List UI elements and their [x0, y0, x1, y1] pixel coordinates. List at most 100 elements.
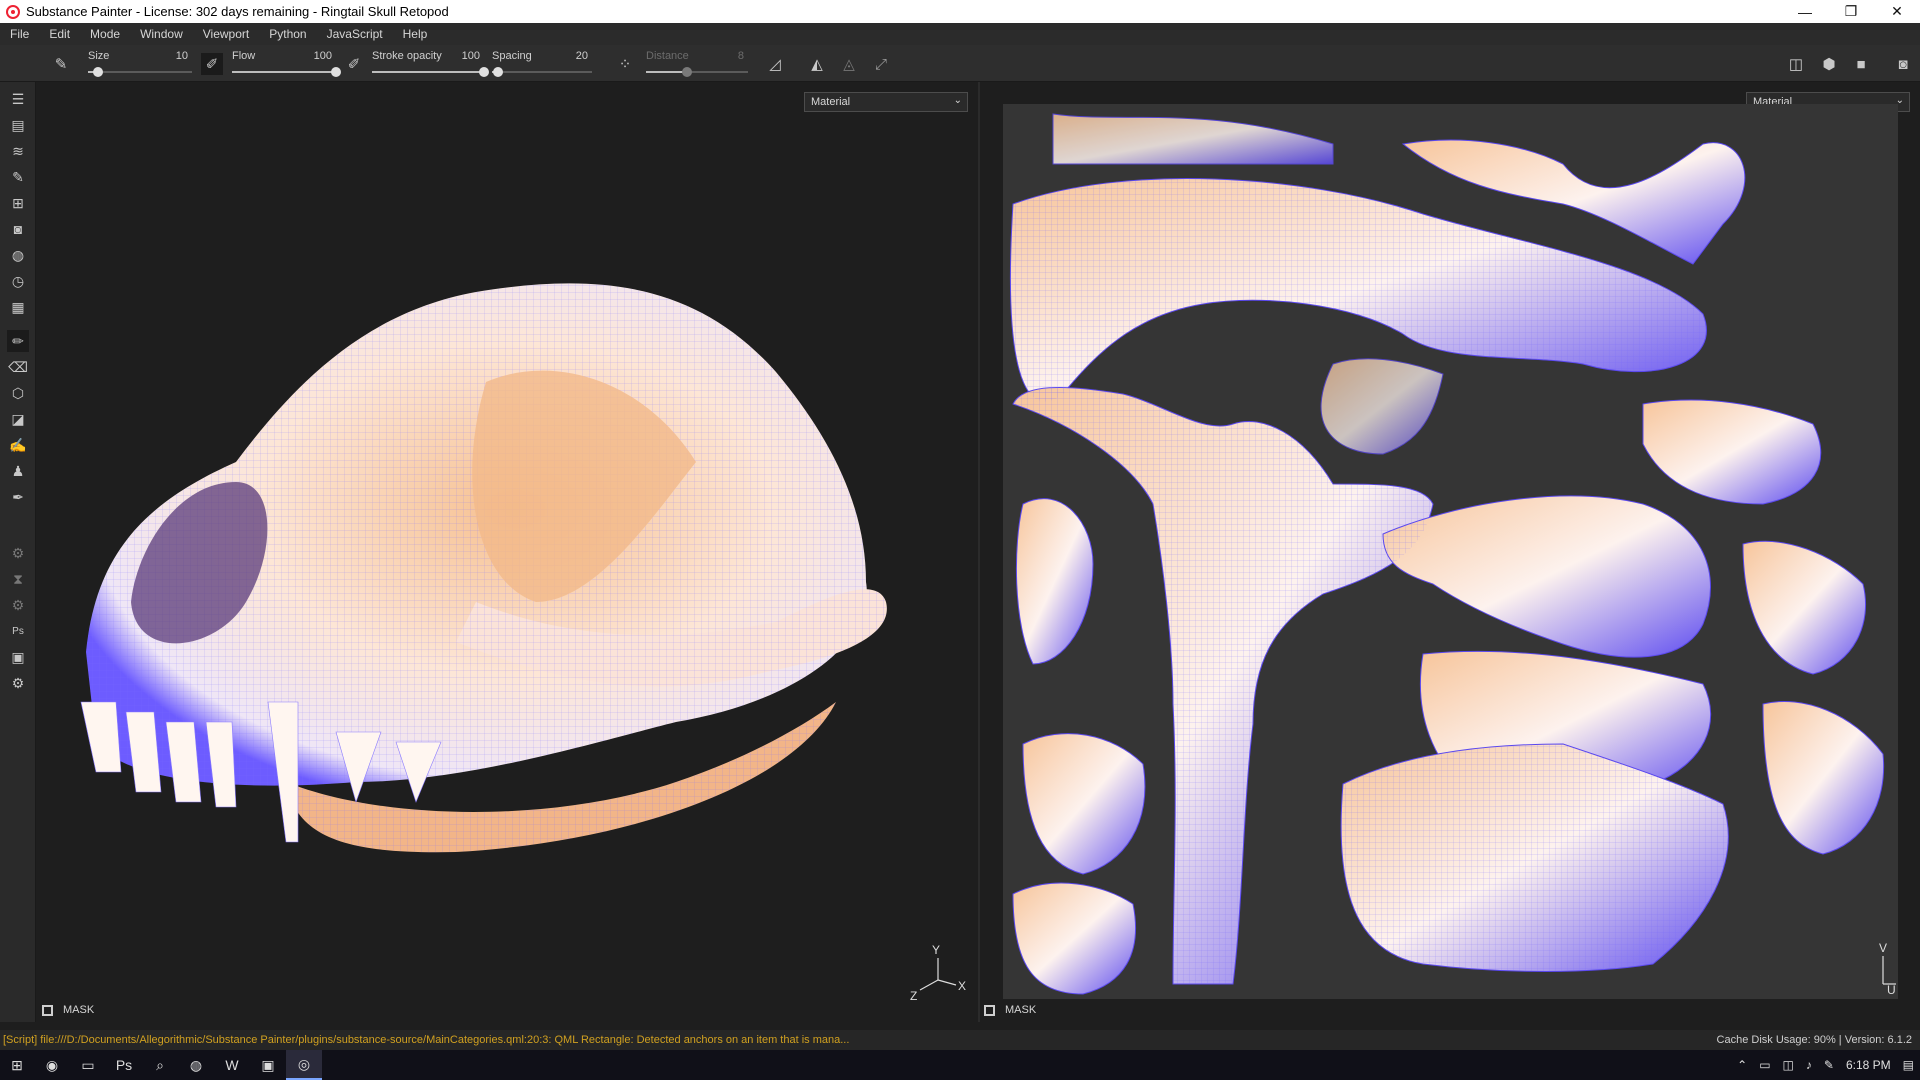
flow-slider-handle[interactable] — [331, 67, 341, 77]
symmetry-mirror-icon[interactable]: ◬ — [838, 53, 860, 75]
notification-icon[interactable]: ▤ — [1897, 1058, 1920, 1072]
plugin-hourglass-icon[interactable]: ⧗ — [7, 568, 29, 590]
chrome-icon[interactable]: ◉ — [34, 1050, 70, 1080]
menu-javascript[interactable]: JavaScript — [317, 23, 393, 45]
uv-layout-canvas[interactable]: V U — [1003, 104, 1898, 999]
window-title: Substance Painter - License: 302 days re… — [26, 4, 449, 19]
cube-view-icon[interactable]: ⬢ — [1818, 53, 1840, 75]
flow-label: Flow — [232, 50, 256, 62]
photoshop-icon[interactable]: Ps — [106, 1050, 142, 1080]
pressure-size-icon[interactable]: ✐ — [201, 53, 223, 75]
taskbar-clock[interactable]: 6:18 PM — [1840, 1058, 1897, 1072]
menu-help[interactable]: Help — [393, 23, 438, 45]
file-explorer-icon[interactable]: ▭ — [70, 1050, 106, 1080]
mask-checkbox-icon[interactable] — [42, 1004, 53, 1016]
history-icon[interactable]: ◷ — [7, 270, 29, 292]
app-window-icon[interactable]: ▣ — [250, 1050, 286, 1080]
plugin-export-icon[interactable]: ▣ — [7, 646, 29, 668]
stroke-opacity-slider-handle[interactable] — [479, 67, 489, 77]
menu-viewport[interactable]: Viewport — [193, 23, 259, 45]
tray-volume-icon[interactable]: ♪ — [1800, 1058, 1818, 1072]
distance-value[interactable]: 8 — [738, 50, 744, 62]
stroke-distance-icon[interactable]: ⁘ — [614, 53, 636, 75]
layers-icon[interactable]: ≋ — [7, 140, 29, 162]
stroke-opacity-value[interactable]: 100 — [462, 50, 480, 62]
environment-globe-icon[interactable]: ◍ — [7, 244, 29, 266]
uv-axis-gizmo: V U — [1879, 941, 1896, 997]
eraser-tool-icon[interactable]: ⌫ — [7, 356, 29, 378]
size-slider-handle[interactable] — [93, 67, 104, 77]
distance-slider[interactable]: Distance 8 — [646, 49, 748, 79]
mask-checkbox-icon[interactable] — [984, 1004, 995, 1016]
pressure-flow-icon[interactable]: ✐ — [343, 53, 365, 75]
paint-brush-tool-icon[interactable]: ✏ — [7, 330, 29, 352]
plugin-gear-icon[interactable]: ⚙ — [7, 542, 29, 564]
axis-x-label: X — [958, 979, 966, 993]
mask-label: MASK — [1005, 1004, 1037, 1016]
flow-value[interactable]: 100 — [314, 50, 332, 62]
color-picker-tool-icon[interactable]: ✒ — [7, 486, 29, 508]
menu-python[interactable]: Python — [259, 23, 316, 45]
spacing-slider-handle[interactable] — [493, 67, 503, 77]
stroke-opacity-slider[interactable]: Stroke opacity 100 — [372, 49, 489, 79]
spacing-value[interactable]: 20 — [576, 50, 588, 62]
title-bar: Substance Painter - License: 302 days re… — [0, 0, 1920, 23]
stroke-opacity-label: Stroke opacity — [372, 50, 442, 62]
photoshop-export-icon[interactable]: Ps — [7, 620, 29, 642]
alignment-icon[interactable]: ◿ — [764, 53, 786, 75]
display-settings-icon[interactable]: ◙ — [7, 218, 29, 240]
menu-mode[interactable]: Mode — [80, 23, 130, 45]
screenshot-camera-icon[interactable]: ◙ — [1892, 53, 1914, 75]
windows-start-icon[interactable]: ⊞ — [0, 1050, 34, 1080]
minimize-button[interactable]: — — [1782, 0, 1828, 23]
size-slider[interactable]: Size 10 — [88, 49, 192, 79]
viewport-2d-mask-toggle[interactable]: MASK — [984, 1004, 1036, 1016]
distance-label: Distance — [646, 50, 689, 62]
script-log-message[interactable]: [Script] file:///D:/Documents/Allegorith… — [0, 1034, 1717, 1046]
lazy-mouse-icon[interactable]: ✎ — [50, 53, 72, 75]
size-value[interactable]: 10 — [176, 50, 188, 62]
symmetry-transform-icon[interactable]: ⤢ — [870, 53, 892, 75]
axis-u-label: U — [1887, 983, 1896, 997]
close-button[interactable]: ✕ — [1874, 0, 1920, 23]
camera-video-icon[interactable]: ■ — [1850, 53, 1872, 75]
layers-stack-icon[interactable]: ☰ — [7, 88, 29, 110]
app-orb-icon[interactable]: ◍ — [178, 1050, 214, 1080]
split-view-icon[interactable]: ◫ — [1785, 53, 1807, 75]
tray-battery-icon[interactable]: ▭ — [1753, 1058, 1776, 1072]
menu-file[interactable]: File — [0, 23, 39, 45]
maximize-button[interactable]: ❐ — [1828, 0, 1874, 23]
menu-window[interactable]: Window — [130, 23, 193, 45]
tool-properties-bar: ✎ Size 10 ✐ Flow 100 ✐ Stroke opacity 10… — [0, 45, 1920, 82]
plugin-settings-icon[interactable]: ⚙ — [7, 594, 29, 616]
viewport-3d[interactable]: Material ⌄ Y X Z MASK — [36, 82, 978, 1022]
axis-y-label: Y — [932, 943, 940, 957]
skull-model-render[interactable]: Y X Z — [36, 82, 978, 1022]
app-w-icon[interactable]: W — [214, 1050, 250, 1080]
symmetry-icon[interactable]: ◭ — [806, 53, 828, 75]
tray-network-icon[interactable]: ◫ — [1777, 1058, 1800, 1072]
axis-gizmo: Y X Z — [910, 943, 966, 1003]
axis-z-label: Z — [910, 989, 917, 1003]
menu-bar: File Edit Mode Window Viewport Python Ja… — [0, 23, 1920, 45]
substance-painter-taskbar-icon[interactable]: ◎ — [286, 1050, 322, 1080]
flow-slider[interactable]: Flow 100 — [232, 49, 341, 79]
plugin-substance-icon[interactable]: ⚙ — [7, 672, 29, 694]
viewport-3d-mask-toggle[interactable]: MASK — [42, 1004, 94, 1016]
viewport-2d[interactable]: Material ⌄ V U MASK — [980, 82, 1920, 1022]
polygon-fill-tool-icon[interactable]: ◪ — [7, 408, 29, 430]
menu-edit[interactable]: Edit — [39, 23, 80, 45]
distance-slider-handle[interactable] — [681, 67, 692, 77]
properties-brush-icon[interactable]: ✎ — [7, 166, 29, 188]
texture-set-settings-icon[interactable]: ⊞ — [7, 192, 29, 214]
log-icon[interactable]: ▦ — [7, 296, 29, 318]
search-tool-icon[interactable]: ⌕ — [142, 1050, 178, 1080]
tray-chevron-up-icon[interactable]: ⌃ — [1731, 1058, 1753, 1072]
spacing-slider[interactable]: Spacing 20 — [492, 49, 592, 79]
smudge-tool-icon[interactable]: ✍ — [7, 434, 29, 456]
projection-tool-icon[interactable]: ⬡ — [7, 382, 29, 404]
texture-set-list-icon[interactable]: ▤ — [7, 114, 29, 136]
size-label: Size — [88, 50, 110, 62]
tray-pen-icon[interactable]: ✎ — [1818, 1058, 1840, 1072]
clone-stamp-tool-icon[interactable]: ♟ — [7, 460, 29, 482]
